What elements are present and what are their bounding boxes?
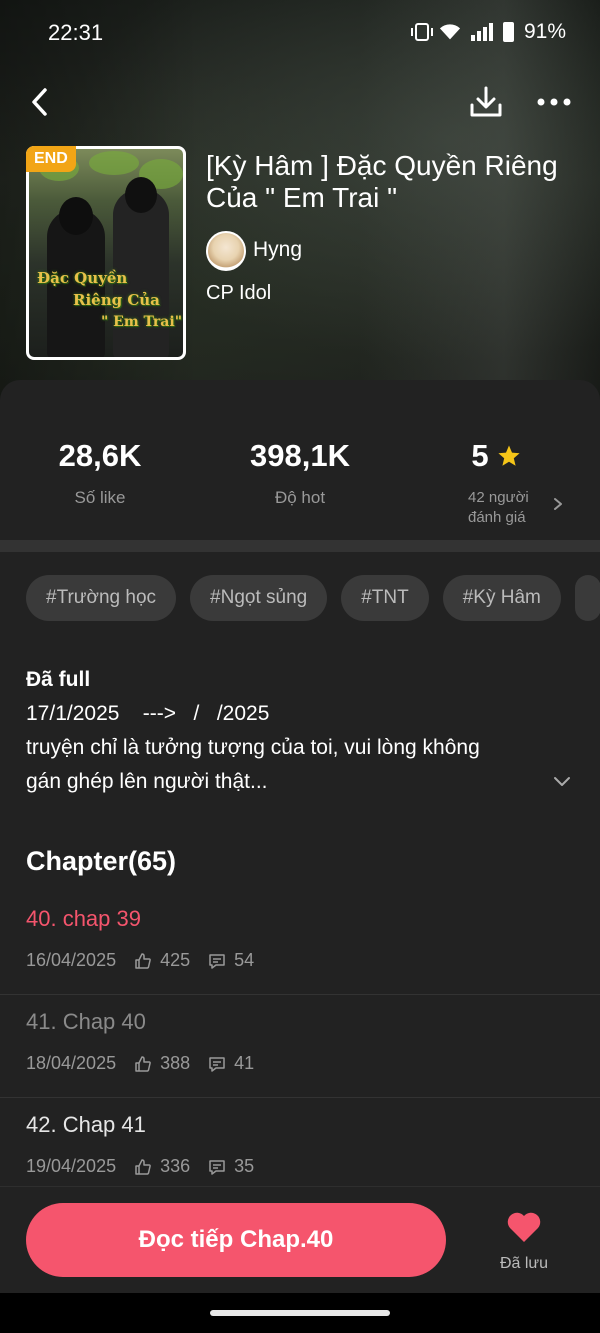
description-line: Đã full — [26, 668, 91, 691]
top-nav — [0, 78, 600, 128]
cover-title-line: " Em Trai" — [101, 314, 182, 330]
chapter-likes: 388 — [160, 1053, 191, 1073]
continue-reading-button[interactable]: Đọc tiếp Chap.40 — [26, 1203, 446, 1277]
download-icon — [470, 86, 502, 117]
details-sheet: 28,6K Số like 398,1K Độ hot 5 42 người đ… — [0, 380, 600, 1293]
back-arrow-icon — [32, 88, 47, 116]
description-line: truyện chỉ là tưởng tượng của toi, vui l… — [26, 736, 480, 759]
status-icons: 91% — [410, 20, 566, 44]
chapter-title: 40. chap 39 — [26, 906, 141, 931]
chapter-date: 16/04/2025 — [26, 950, 117, 970]
save-label: Đã lưu — [499, 1255, 549, 1272]
cover-title-line: Đặc Quyền — [37, 269, 128, 287]
chapter-date: 18/04/2025 — [26, 1053, 117, 1073]
signal-icon — [470, 23, 493, 41]
author-name[interactable]: Hyng — [253, 238, 302, 262]
chevron-right-icon[interactable] — [551, 496, 565, 512]
comment-icon — [209, 1056, 225, 1072]
story-cover[interactable]: Đặc Quyền Riêng Của " Em Trai" — [26, 146, 186, 360]
chapter-row[interactable]: 41. Chap 40 18/04/2025 388 41 — [0, 995, 600, 1098]
cover-title: Đặc Quyền Riêng Của " Em Trai" — [37, 267, 183, 333]
cover-figure — [125, 177, 157, 213]
chapter-title: 42. Chap 41 — [26, 1112, 146, 1137]
status-bar: 22:31 91% — [0, 0, 600, 66]
section-divider — [0, 540, 600, 552]
thumbs-up-icon — [135, 952, 151, 969]
chevron-down-icon[interactable] — [552, 774, 572, 788]
more-button[interactable] — [532, 82, 576, 122]
tag-chip-partial[interactable] — [574, 575, 600, 621]
save-button[interactable]: Đã lưu — [486, 1201, 562, 1281]
chapter-heading: Chapter(65) — [26, 846, 177, 876]
comment-icon — [209, 953, 225, 969]
stat-likes: 28,6K Số like — [0, 438, 200, 508]
chapter-meta: 19/04/2025 336 35 — [26, 1156, 254, 1177]
battery-percent: 91% — [523, 20, 566, 43]
chapter-likes: 425 — [160, 950, 191, 970]
stat-hot: 398,1K Độ hot — [200, 438, 400, 508]
thumbs-up-icon — [135, 1158, 151, 1175]
likes-label: Số like — [74, 488, 126, 507]
system-nav-bar — [0, 1293, 600, 1333]
tag-list: #Trường học #Ngọt sủng #TNT #Kỳ Hâm — [26, 575, 600, 621]
tag-chip[interactable]: #Trường học — [26, 575, 177, 621]
chapter-date: 19/04/2025 — [26, 1156, 117, 1176]
comment-icon — [209, 1159, 225, 1175]
story-genre[interactable]: CP Idol — [206, 282, 271, 305]
description-line: gán ghép lên người thật... — [26, 770, 268, 793]
home-indicator[interactable] — [210, 1310, 390, 1316]
chapter-row[interactable]: 40. chap 39 16/04/2025 425 54 — [0, 892, 600, 995]
chapter-comments: 41 — [234, 1053, 255, 1073]
story-description[interactable]: Đã full 17/1/2025 ---> / /2025 truyện ch… — [26, 663, 546, 799]
status-time: 22:31 — [48, 20, 104, 45]
chapter-likes: 336 — [160, 1156, 191, 1176]
description-line: 17/1/2025 ---> / /2025 — [26, 702, 270, 725]
wifi-icon — [439, 24, 461, 40]
thumbs-up-icon — [135, 1055, 151, 1072]
heart-icon — [507, 1212, 541, 1242]
hot-value: 398,1K — [250, 438, 350, 473]
chapter-comments: 54 — [234, 950, 255, 970]
rating-label-line2: đánh giá — [468, 509, 526, 526]
download-button[interactable] — [466, 82, 506, 122]
author-avatar[interactable] — [206, 231, 246, 271]
vibrate-icon — [410, 23, 433, 41]
rating-value: 5 — [471, 438, 489, 473]
battery-icon — [502, 22, 514, 42]
star-icon — [498, 445, 520, 466]
bottom-action-bar: Đọc tiếp Chap.40 Đã lưu — [0, 1186, 600, 1293]
tag-chip[interactable]: #Kỳ Hâm — [442, 575, 561, 621]
back-button[interactable] — [22, 84, 58, 120]
cover-foliage — [89, 151, 139, 175]
rating-label-line1: 42 người — [468, 489, 529, 506]
chapter-meta: 18/04/2025 388 41 — [26, 1053, 254, 1074]
story-title: [Kỳ Hâm ] Đặc Quyền Riêng Của " Em Trai … — [206, 150, 558, 213]
hot-label: Độ hot — [274, 488, 326, 507]
tag-chip[interactable]: #Ngọt sủng — [190, 575, 328, 621]
likes-value: 28,6K — [58, 438, 142, 473]
cover-title-line: Riêng Của — [73, 291, 160, 309]
rating-value-wrap: 5 — [471, 438, 520, 474]
chapter-comments: 35 — [234, 1156, 255, 1176]
end-badge: END — [26, 146, 76, 172]
chapter-title: 41. Chap 40 — [26, 1009, 146, 1034]
chapter-meta: 16/04/2025 425 54 — [26, 950, 254, 971]
more-icon — [537, 98, 571, 106]
cover-figure — [59, 197, 93, 235]
stat-rating[interactable]: 5 — [396, 438, 596, 474]
tag-chip[interactable]: #TNT — [341, 575, 429, 621]
rating-label[interactable]: 42 người đánh giá — [468, 488, 548, 528]
